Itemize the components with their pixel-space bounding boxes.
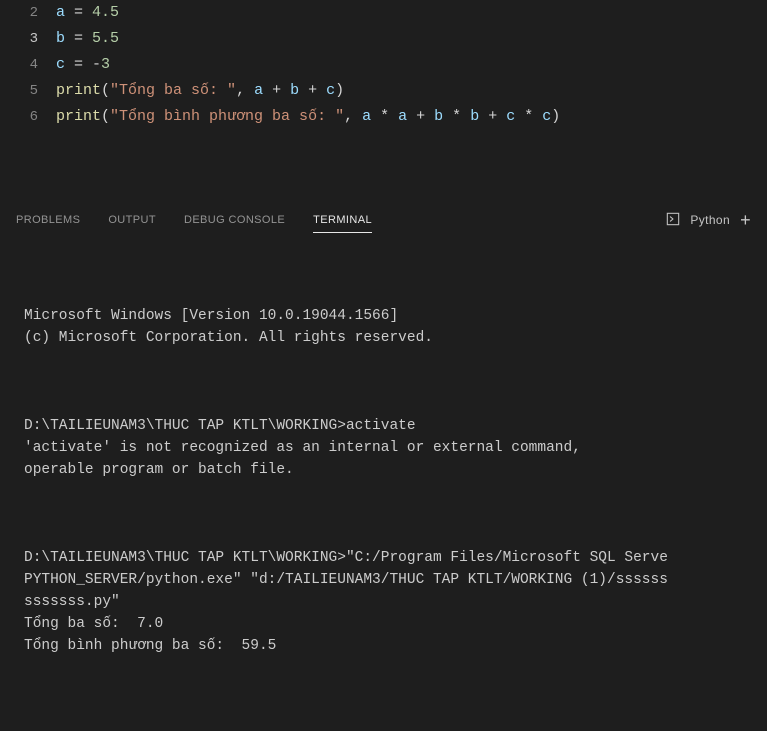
terminal-text: Microsoft Windows [Version 10.0.19044.15… — [24, 305, 759, 349]
line-number: 5 — [0, 78, 38, 104]
tab-debug-console[interactable]: DEBUG CONSOLE — [184, 208, 285, 232]
code-line[interactable]: print("Tổng ba số: ", a + b + c) — [56, 78, 767, 104]
tab-output[interactable]: OUTPUT — [108, 208, 156, 232]
bottom-panel: PROBLEMS OUTPUT DEBUG CONSOLE TERMINAL P… — [0, 200, 767, 731]
terminal-text: D:\TAILIEUNAM3\THUC TAP KTLT\WORKING>"C:… — [24, 547, 759, 657]
shell-label[interactable]: Python — [690, 213, 730, 227]
tab-problems[interactable]: PROBLEMS — [16, 208, 80, 232]
line-number: 2 — [0, 0, 38, 26]
new-terminal-button[interactable]: + — [740, 211, 751, 229]
line-number: 3 — [0, 26, 38, 52]
editor-area: 23456 a = 4.5b = 5.5c = -3print("Tổng ba… — [0, 0, 767, 200]
terminal-output[interactable]: Microsoft Windows [Version 10.0.19044.15… — [0, 239, 767, 731]
code-line[interactable]: print("Tổng bình phương ba số: ", a * a … — [56, 104, 767, 130]
line-number: 4 — [0, 52, 38, 78]
launch-profile-icon[interactable] — [666, 212, 680, 229]
panel-actions: Python + — [666, 211, 751, 229]
panel-tabs: PROBLEMS OUTPUT DEBUG CONSOLE TERMINAL P… — [0, 201, 767, 239]
line-number: 6 — [0, 104, 38, 130]
tab-terminal[interactable]: TERMINAL — [313, 208, 372, 233]
code-line[interactable]: c = -3 — [56, 52, 767, 78]
code-line[interactable]: a = 4.5 — [56, 0, 767, 26]
line-number-gutter: 23456 — [0, 0, 56, 200]
code-line[interactable]: b = 5.5 — [56, 26, 767, 52]
terminal-text: D:\TAILIEUNAM3\THUC TAP KTLT\WORKING>act… — [24, 415, 759, 481]
code-content[interactable]: a = 4.5b = 5.5c = -3print("Tổng ba số: "… — [56, 0, 767, 200]
